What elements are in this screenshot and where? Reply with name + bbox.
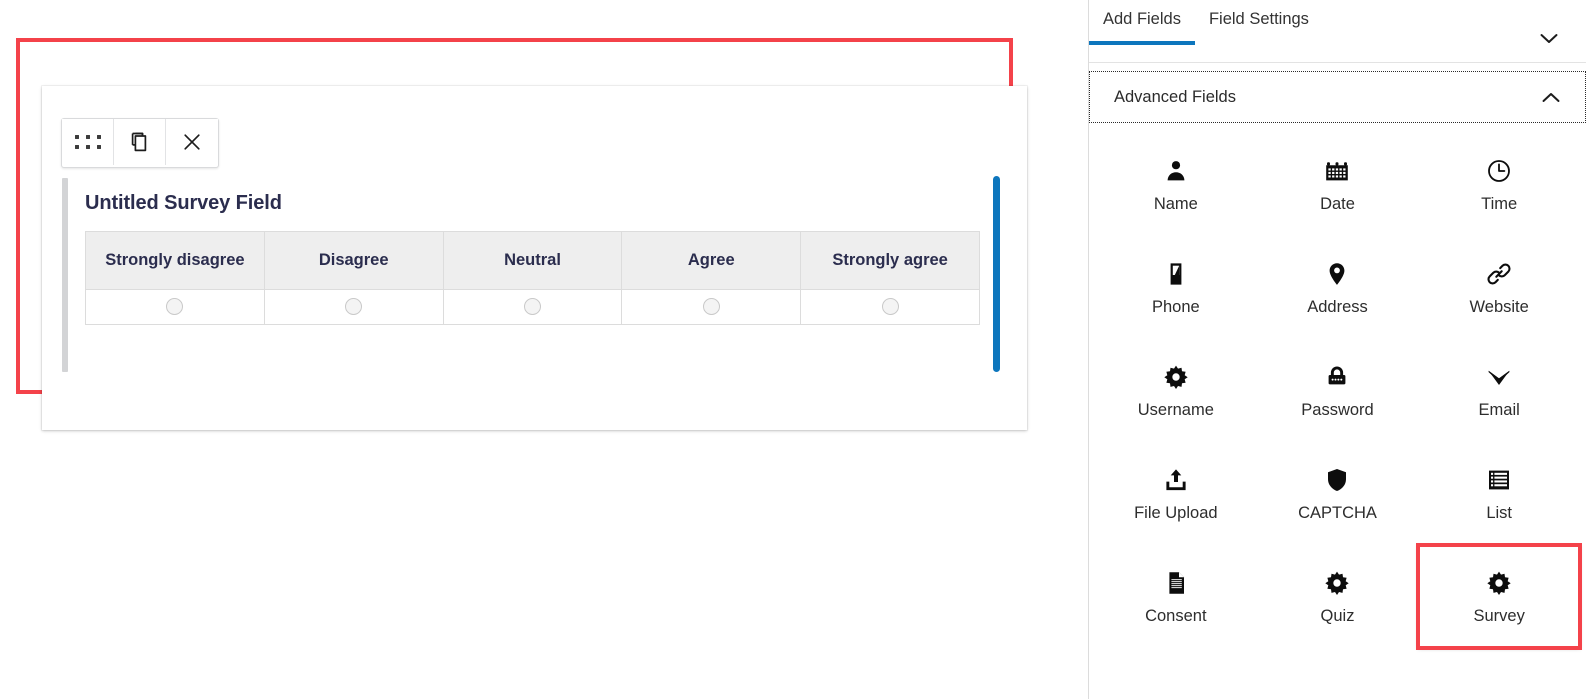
tab-field-settings[interactable]: Field Settings (1195, 10, 1323, 44)
field-tile-address[interactable]: Address (1256, 236, 1419, 339)
field-tile-label: Consent (1145, 607, 1207, 626)
person-icon (1161, 156, 1191, 186)
survey-column-header: Strongly agree (800, 231, 980, 290)
shield-icon (1322, 465, 1352, 495)
field-tile-phone[interactable]: Phone (1095, 236, 1257, 339)
section-header-advanced-fields[interactable]: Advanced Fields (1089, 71, 1586, 123)
panel-tab-strip: Add Fields Field Settings (1089, 0, 1586, 63)
survey-column-header: Agree (621, 231, 802, 290)
survey-field-label: Untitled Survey Field (85, 192, 282, 214)
envelope-icon (1484, 362, 1514, 392)
field-tile-label: Website (1469, 298, 1529, 317)
survey-radio-strongly-disagree[interactable] (166, 298, 184, 316)
clock-icon (1484, 156, 1514, 186)
field-tile-label: Survey (1473, 607, 1525, 626)
drag-handle-button[interactable] (62, 119, 114, 165)
field-tile-email[interactable]: Email (1418, 339, 1580, 442)
field-tile-time[interactable]: Time (1418, 133, 1580, 236)
duplicate-field-button[interactable] (114, 119, 166, 165)
field-tile-label: Name (1153, 195, 1198, 214)
advanced-fields-grid: Name Date Time Phone Address Website Use… (1089, 123, 1586, 650)
survey-radio-strongly-agree[interactable] (881, 298, 899, 316)
survey-answer-cell[interactable] (800, 289, 980, 325)
survey-likert-table: Strongly disagree Disagree Neutral Agree… (85, 231, 980, 325)
panel-collapse-button[interactable] (1536, 27, 1562, 49)
survey-answer-row (85, 289, 980, 325)
upload-icon (1161, 465, 1191, 495)
field-tile-quiz[interactable]: Quiz (1256, 545, 1419, 648)
field-tile-label: Quiz (1320, 607, 1355, 626)
field-tile-label: File Upload (1134, 504, 1218, 523)
field-tile-list[interactable]: List (1418, 442, 1580, 545)
phone-icon (1161, 259, 1191, 289)
gear-icon (1484, 568, 1514, 598)
delete-field-button[interactable] (166, 119, 218, 165)
survey-radio-neutral[interactable] (523, 298, 541, 316)
field-tile-label: Username (1137, 401, 1214, 420)
close-icon (181, 131, 203, 153)
calendar-icon (1322, 156, 1352, 186)
field-tile-username[interactable]: Username (1095, 339, 1257, 442)
survey-answer-cell[interactable] (85, 289, 265, 325)
document-icon (1161, 568, 1191, 598)
field-tile-label: Phone (1151, 298, 1200, 317)
field-tile-consent[interactable]: Consent (1095, 545, 1257, 648)
field-tile-label: Address (1307, 298, 1368, 317)
survey-radio-disagree[interactable] (345, 298, 363, 316)
field-tile-captcha[interactable]: CAPTCHA (1256, 442, 1419, 545)
field-tile-label: CAPTCHA (1298, 504, 1377, 523)
copy-icon (128, 130, 152, 154)
link-icon (1484, 259, 1514, 289)
field-tile-label: Password (1301, 401, 1374, 420)
field-tile-website[interactable]: Website (1418, 236, 1580, 339)
form-builder-canvas: Untitled Survey Field Strongly disagree … (0, 0, 1088, 699)
form-builder-side-panel: Add Fields Field Settings Advanced Field… (1089, 0, 1586, 699)
field-left-accent-bar (62, 178, 68, 372)
field-right-accent-bar (993, 176, 1000, 372)
survey-answer-cell[interactable] (442, 289, 623, 325)
field-tile-file-upload[interactable]: File Upload (1095, 442, 1257, 545)
field-toolbar (61, 118, 219, 168)
gear-icon (1161, 362, 1191, 392)
field-tile-survey[interactable]: Survey (1416, 543, 1582, 650)
field-tile-password[interactable]: Password (1256, 339, 1419, 442)
field-tile-label: Date (1320, 195, 1355, 214)
drag-handle-icon (74, 135, 101, 149)
survey-column-header: Strongly disagree (85, 231, 265, 290)
survey-field-card[interactable]: Untitled Survey Field Strongly disagree … (42, 86, 1027, 430)
section-title: Advanced Fields (1114, 87, 1236, 106)
survey-column-header: Disagree (263, 231, 444, 290)
chevron-down-icon (1539, 32, 1559, 45)
gear-icon (1322, 568, 1352, 598)
field-tile-date[interactable]: Date (1256, 133, 1419, 236)
survey-field-body: Untitled Survey Field Strongly disagree … (85, 192, 980, 325)
survey-field-highlight-annotation: Untitled Survey Field Strongly disagree … (16, 38, 1027, 430)
tab-add-fields[interactable]: Add Fields (1089, 10, 1195, 45)
lock-icon (1322, 362, 1352, 392)
chevron-up-icon (1541, 91, 1561, 104)
field-tile-label: Time (1481, 195, 1518, 214)
survey-radio-agree[interactable] (702, 298, 720, 316)
survey-answer-cell[interactable] (263, 289, 444, 325)
survey-header-row: Strongly disagree Disagree Neutral Agree… (85, 231, 980, 290)
field-tile-name[interactable]: Name (1095, 133, 1257, 236)
field-tile-label: Email (1478, 401, 1520, 420)
survey-column-header: Neutral (442, 231, 623, 290)
map-pin-icon (1322, 259, 1352, 289)
field-tile-label: List (1486, 504, 1512, 523)
survey-answer-cell[interactable] (621, 289, 802, 325)
list-icon (1484, 465, 1514, 495)
